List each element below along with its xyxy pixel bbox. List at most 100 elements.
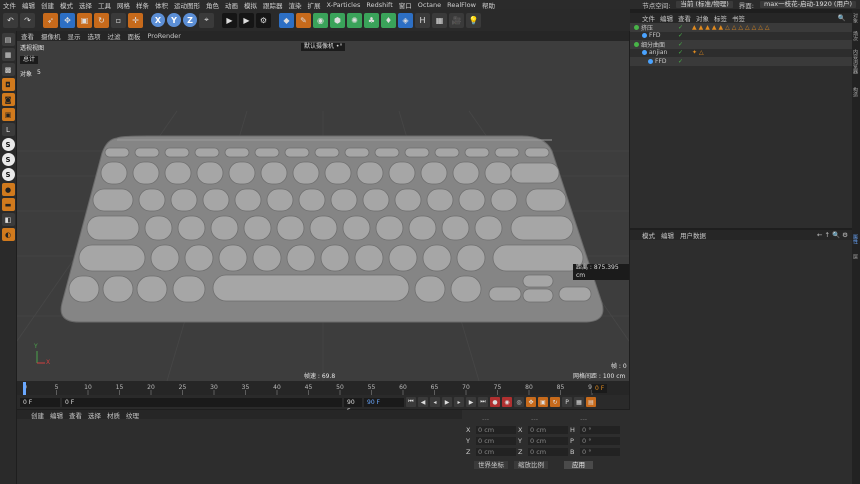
position-y-field[interactable]: 0 cm xyxy=(476,436,516,445)
object-row[interactable]: anjian ✓ ✦ △ xyxy=(630,49,852,58)
check-icon[interactable]: ✓ xyxy=(678,49,683,56)
menu-octane[interactable]: Octane xyxy=(415,1,444,9)
next-frame-icon[interactable]: ▸ xyxy=(454,397,464,407)
nav-arrows-icon[interactable]: ← ↑ 🔍 ⚙ xyxy=(817,231,848,239)
rotation-b-field[interactable]: 0 ° xyxy=(580,447,620,456)
interface-select[interactable]: max一枝花-启动-1920 (用户) xyxy=(759,1,856,8)
next-key-icon[interactable]: ▶ xyxy=(466,397,476,407)
mat-menu-texture[interactable]: 纹理 xyxy=(126,410,139,420)
make-editable-icon[interactable]: ▤ xyxy=(1,33,15,46)
start-frame-field[interactable]: 0 F xyxy=(20,397,60,407)
mat-menu-material[interactable]: 材质 xyxy=(107,410,120,420)
field-icon[interactable]: ♦ xyxy=(381,12,396,28)
scale-tool-icon[interactable]: ▣ xyxy=(77,12,92,28)
key-rotation-icon[interactable]: ↻ xyxy=(550,397,560,407)
tab-takes[interactable]: 场次 xyxy=(852,31,859,41)
move-tool-icon[interactable]: ✥ xyxy=(60,12,75,28)
transform-tool-icon[interactable]: ✛ xyxy=(128,12,143,28)
key-param-icon[interactable]: P xyxy=(562,397,572,407)
render-region-icon[interactable]: ◐ xyxy=(1,228,15,241)
tab-content-browser[interactable]: 内容浏览器 xyxy=(852,49,859,74)
polygons-mode-icon[interactable]: ▣ xyxy=(1,108,15,121)
vp-menu-filter[interactable]: 过滤 xyxy=(108,31,121,41)
model-mode-icon[interactable]: ▦ xyxy=(1,48,15,61)
undo-icon[interactable]: ↶ xyxy=(3,12,18,28)
render-settings-icon[interactable]: ⚙ xyxy=(256,12,271,28)
record-icon[interactable]: ● xyxy=(490,397,500,407)
coord-mode-select[interactable]: 世界坐标 xyxy=(474,460,508,469)
key-pla-icon[interactable]: ▦ xyxy=(574,397,584,407)
planar-workplane-icon[interactable]: ◧ xyxy=(1,213,15,226)
size-x-field[interactable]: 0 cm xyxy=(528,425,568,434)
obj-menu-tags[interactable]: 标签 xyxy=(714,13,727,23)
obj-menu-edit[interactable]: 编辑 xyxy=(660,13,673,23)
size-z-field[interactable]: 0 cm xyxy=(528,447,568,456)
obj-menu-file[interactable]: 文件 xyxy=(642,13,655,23)
pen-icon[interactable]: ✎ xyxy=(296,12,311,28)
camera-icon[interactable]: 🎥 xyxy=(449,12,464,28)
redo-icon[interactable]: ↷ xyxy=(20,12,35,28)
vp-menu-prorender[interactable]: ProRender xyxy=(148,32,181,40)
y-axis-lock-icon[interactable]: Y xyxy=(167,13,181,27)
object-row[interactable]: 细分曲面 ✓ xyxy=(630,40,852,49)
tab-layers[interactable]: 层 xyxy=(852,254,859,259)
vp-menu-display[interactable]: 显示 xyxy=(68,31,81,41)
cube-icon[interactable]: ◆ xyxy=(279,12,294,28)
goto-end-icon[interactable]: ⏭ xyxy=(478,397,488,407)
cloner-icon[interactable]: ⬢ xyxy=(330,12,345,28)
prev-frame-icon[interactable]: ◂ xyxy=(430,397,440,407)
rotation-p-field[interactable]: 0 ° xyxy=(580,436,620,445)
obj-menu-bookmarks[interactable]: 书签 xyxy=(732,13,745,23)
play-icon[interactable]: ▶ xyxy=(442,397,452,407)
select-tool-icon[interactable]: ➶ xyxy=(43,12,58,28)
coordinate-system-icon[interactable]: ⌖ xyxy=(199,12,214,28)
menu-realflow[interactable]: RealFlow xyxy=(444,1,479,9)
vp-menu-panel[interactable]: 面板 xyxy=(128,31,141,41)
mat-menu-view[interactable]: 查看 xyxy=(69,410,82,420)
mat-menu-create[interactable]: 创建 xyxy=(31,410,44,420)
material-area[interactable] xyxy=(17,419,462,484)
subdivision-icon[interactable]: ◉ xyxy=(313,12,328,28)
x-axis-lock-icon[interactable]: X xyxy=(151,13,165,27)
obj-menu-view[interactable]: 查看 xyxy=(678,13,691,23)
end-frame-field[interactable]: 90 F xyxy=(344,397,362,415)
position-z-field[interactable]: 0 cm xyxy=(476,447,516,456)
position-x-field[interactable]: 0 cm xyxy=(476,425,516,434)
attr-menu-edit[interactable]: 编辑 xyxy=(661,230,674,240)
key-position-icon[interactable]: ✥ xyxy=(526,397,536,407)
mat-menu-select[interactable]: 选择 xyxy=(88,410,101,420)
timeline[interactable]: 051015202530354045505560657075808590 0 F xyxy=(17,381,629,395)
axis-mode-icon[interactable]: L xyxy=(1,123,15,136)
menu-redshift[interactable]: Redshift xyxy=(363,1,395,9)
recent-tool-icon[interactable]: ▫ xyxy=(111,12,126,28)
attr-menu-userdata[interactable]: 用户数据 xyxy=(680,230,706,240)
scale-mode-select[interactable]: 缩放比例 xyxy=(514,460,548,469)
node-space-select[interactable]: 当前 (标准/物理) xyxy=(676,1,733,8)
rotation-h-field[interactable]: 0 ° xyxy=(580,425,620,434)
check-icon[interactable]: ✓ xyxy=(678,58,683,65)
check-icon[interactable]: ✓ xyxy=(678,24,683,31)
autokey-icon[interactable]: ◉ xyxy=(502,397,512,407)
timeline-settings-icon[interactable]: ▤ xyxy=(586,397,596,407)
locked-workplane-icon[interactable]: ▬ xyxy=(1,198,15,211)
preview-end-field[interactable]: 90 F xyxy=(364,397,404,407)
object-row[interactable]: 挤压 ✓ ▲ ▲ ▲ ▲ ▲ △ △ △ △ △ △ △ xyxy=(630,23,852,32)
goto-start-icon[interactable]: ⏮ xyxy=(406,397,416,407)
spline-mask-icon[interactable]: H xyxy=(415,12,430,28)
key-scale-icon[interactable]: ▣ xyxy=(538,397,548,407)
ffd-icon[interactable]: ◈ xyxy=(398,12,413,28)
camera-name[interactable]: 默认摄像机 •° xyxy=(301,43,346,51)
tab-objects[interactable]: 对象 xyxy=(852,13,859,23)
obj-menu-object[interactable]: 对象 xyxy=(696,13,709,23)
tab-attributes[interactable]: 属性 xyxy=(852,234,859,244)
keyframe-selection-icon[interactable]: ◎ xyxy=(514,397,524,407)
solo-icon[interactable]: ● xyxy=(1,183,15,196)
viewport[interactable]: 透视视图 默认摄像机 •° 总计 对象 5 距离 : 875.395 cm 帧速… xyxy=(17,41,629,381)
z-axis-lock-icon[interactable]: Z xyxy=(183,13,197,27)
mograph-icon[interactable]: ♣ xyxy=(364,12,379,28)
snap-settings-icon[interactable]: S xyxy=(1,153,15,166)
light-icon[interactable]: 💡 xyxy=(466,12,481,28)
prev-key-icon[interactable]: ◀ xyxy=(418,397,428,407)
vp-menu-camera[interactable]: 摄像机 xyxy=(41,31,61,41)
render-view-icon[interactable]: ▶ xyxy=(222,12,237,28)
